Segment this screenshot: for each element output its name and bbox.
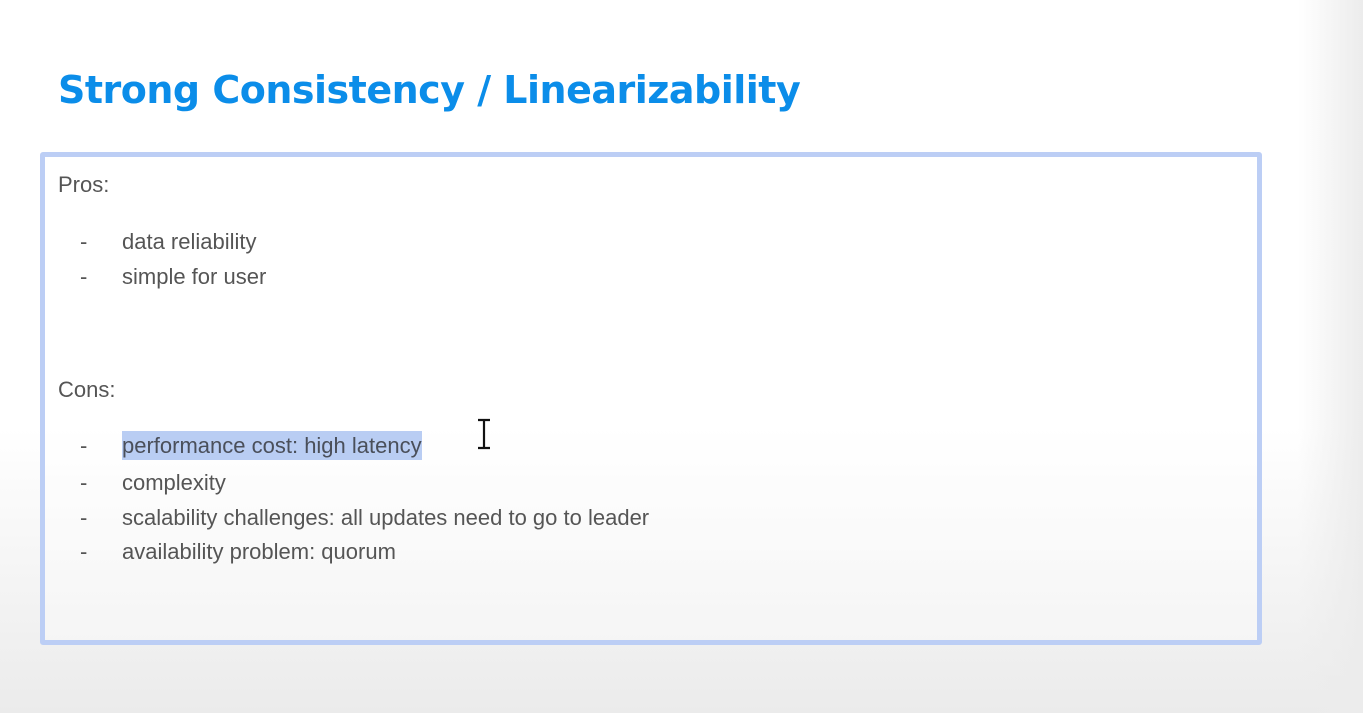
bullet-dash: - — [80, 539, 88, 564]
content-box[interactable] — [40, 152, 1262, 645]
text-cursor-icon — [478, 418, 490, 450]
cons-heading: Cons: — [58, 377, 116, 402]
cons-item-selected[interactable]: performance cost: high latency — [122, 431, 422, 460]
cons-item[interactable]: availability problem: quorum — [122, 539, 396, 565]
bullet-dash: - — [80, 264, 88, 289]
pros-heading: Pros: — [58, 172, 110, 197]
bullet-dash: - — [80, 470, 88, 495]
bullet-dash: - — [80, 433, 88, 458]
slide-title: Strong Consistency / Linearizability — [58, 68, 801, 112]
bullet-dash: - — [80, 505, 88, 530]
bullet-dash: - — [80, 229, 88, 254]
background-edge — [1298, 0, 1363, 713]
cons-item[interactable]: scalability challenges: all updates need… — [122, 505, 649, 531]
cons-item[interactable]: complexity — [122, 470, 226, 496]
pros-item[interactable]: simple for user — [122, 264, 266, 290]
pros-item[interactable]: data reliability — [122, 229, 257, 255]
